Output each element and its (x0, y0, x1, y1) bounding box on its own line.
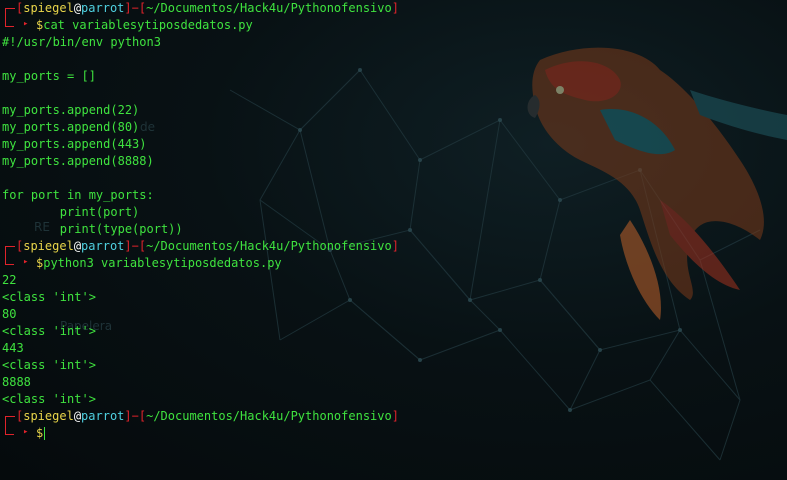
prompt-header: [spiegel@parrot]−[~/Documentos/Hack4u/Py… (16, 239, 399, 253)
prompt-arrow-icon: ▸ (23, 19, 29, 29)
prompt-header: [spiegel@parrot]−[~/Documentos/Hack4u/Py… (16, 1, 399, 15)
command-input[interactable]: $ (36, 425, 46, 442)
file-line: print(type(port)) (2, 222, 183, 236)
prompt-path: ~/Documentos/Hack4u/Pythonofensivo (146, 409, 392, 423)
command-text: python3 variablesytiposdedatos.py (43, 256, 282, 270)
output-line: 80 (2, 307, 17, 321)
terminal-window[interactable]: ▸ [spiegel@parrot]−[~/Documentos/Hack4u/… (0, 0, 787, 480)
output-line: <class 'int'> (2, 324, 96, 338)
prompt-host: parrot (81, 1, 125, 15)
file-line: my_ports = [] (2, 69, 96, 83)
file-line: my_ports.append(22) (2, 103, 140, 117)
prompt-corner-bottom (5, 257, 14, 265)
prompt-arrow-icon: ▸ (23, 427, 29, 437)
prompt-host: parrot (81, 409, 125, 423)
prompt-user: spiegel (23, 409, 74, 423)
output-line: 22 (2, 273, 17, 287)
command-line: $cat variablesytiposdedatos.py (36, 18, 253, 32)
output-line: <class 'int'> (2, 358, 96, 372)
file-line: my_ports.append(80) (2, 120, 140, 134)
command-line: $python3 variablesytiposdedatos.py (36, 256, 282, 270)
prompt-corner-bottom (5, 19, 14, 27)
prompt-arrow-icon: ▸ (23, 257, 29, 267)
text-cursor (44, 427, 46, 440)
file-line: my_ports.append(443) (2, 137, 147, 151)
prompt-user: spiegel (23, 1, 74, 15)
command-text: cat variablesytiposdedatos.py (43, 18, 253, 32)
file-line: my_ports.append(8888) (2, 154, 154, 168)
file-line: print(port) (2, 205, 140, 219)
output-line: <class 'int'> (2, 290, 96, 304)
prompt-corner-bottom (5, 427, 14, 435)
file-line: for port in my_ports: (2, 188, 154, 202)
file-line: #!/usr/bin/env python3 (2, 35, 161, 49)
prompt-user: spiegel (23, 239, 74, 253)
output-line: 8888 (2, 375, 31, 389)
output-line: <class 'int'> (2, 392, 96, 406)
prompt-path: ~/Documentos/Hack4u/Pythonofensivo (146, 1, 392, 15)
prompt-host: parrot (81, 239, 125, 253)
prompt-path: ~/Documentos/Hack4u/Pythonofensivo (146, 239, 392, 253)
prompt-header: [spiegel@parrot]−[~/Documentos/Hack4u/Py… (16, 409, 399, 423)
output-line: 443 (2, 341, 24, 355)
